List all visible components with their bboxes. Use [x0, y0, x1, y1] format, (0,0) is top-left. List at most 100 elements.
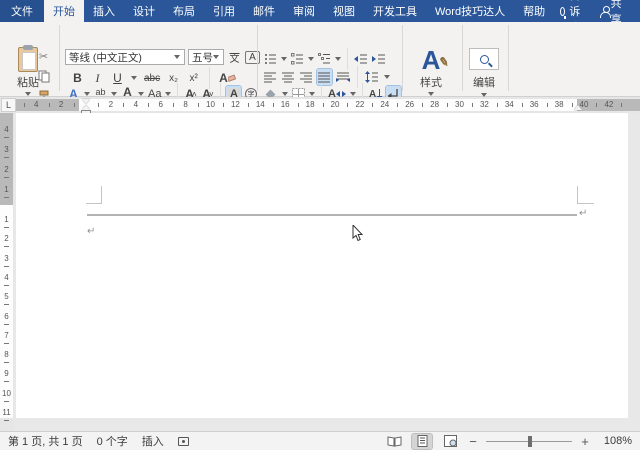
v-ruler-number: 5	[4, 292, 9, 302]
insert-mode[interactable]: 插入	[142, 433, 164, 449]
ribbon-tab-0[interactable]: 文件	[0, 0, 44, 22]
distribute-icon	[336, 72, 350, 82]
v-ruler-number: 4	[4, 272, 9, 282]
ribbon-tab-8[interactable]: 视图	[324, 0, 364, 22]
mouse-cursor	[352, 225, 364, 242]
h-ruler-number: 4	[33, 100, 39, 109]
numbering-button[interactable]	[290, 51, 305, 67]
ribbon-tab-6[interactable]: 邮件	[244, 0, 284, 22]
word-count[interactable]: 0 个字	[97, 433, 128, 449]
asian-layout-caret[interactable]	[349, 92, 356, 96]
crop-mark-top-left	[86, 186, 102, 204]
ribbon-tab-bar: 文件开始插入设计布局引用邮件审阅视图开发工具Word技巧达人帮助 告诉我 共享	[0, 0, 640, 34]
h-ruler-number: 2	[108, 100, 114, 109]
zoom-out-button[interactable]: −	[468, 434, 478, 449]
decrease-indent-button[interactable]	[353, 51, 369, 67]
h-ruler-number: 4	[133, 100, 139, 109]
font-color-caret[interactable]	[138, 92, 144, 96]
h-ruler-number: 8	[183, 100, 188, 109]
ribbon-tab-1[interactable]: 开始	[44, 0, 84, 22]
paste-dropdown-caret	[25, 92, 31, 96]
multilevel-list-button[interactable]	[317, 51, 332, 67]
h-ruler-number: 10	[206, 100, 215, 109]
v-ruler-number: 2	[4, 165, 9, 174]
shading-caret[interactable]	[282, 92, 288, 96]
ribbon-tab-4[interactable]: 布局	[164, 0, 204, 22]
change-case-caret[interactable]	[165, 92, 172, 96]
page-indicator[interactable]: 第 1 页, 共 1 页	[8, 433, 83, 449]
line-spacing-caret[interactable]	[384, 75, 390, 79]
align-right-icon	[300, 72, 312, 83]
copy-button[interactable]	[36, 68, 51, 84]
ribbon-tab-3[interactable]: 设计	[124, 0, 164, 22]
ribbon-tab-2[interactable]: 插入	[84, 0, 124, 22]
font-family-caret	[174, 55, 180, 59]
h-ruler-number: 36	[529, 100, 539, 109]
print-layout-button[interactable]	[411, 432, 433, 450]
macro-record-icon[interactable]	[177, 436, 189, 446]
h-ruler-number: 16	[280, 100, 290, 109]
right-indent-marker[interactable]	[574, 105, 582, 110]
styles-icon: A ✎	[421, 45, 451, 75]
bullets-icon	[265, 54, 276, 64]
horizontal-ruler: 4 2 2 4 6 8 10 12 14 16 18 20 22 24 26 28 30 32 34 36 38 40 42	[16, 99, 640, 116]
read-mode-button[interactable]	[384, 434, 404, 449]
v-ruler-number: 4	[4, 125, 9, 134]
numbering-caret[interactable]	[308, 57, 314, 61]
paragraph-mark: ↵	[579, 208, 588, 219]
h-ruler-number: 12	[230, 100, 240, 109]
read-mode-icon	[387, 435, 401, 447]
zoom-level[interactable]: 108%	[598, 435, 632, 447]
bullets-caret[interactable]	[281, 57, 287, 61]
zoom-in-button[interactable]: +	[580, 434, 590, 449]
v-ruler-number: 9	[4, 369, 9, 379]
highlight-caret[interactable]	[111, 92, 117, 96]
font-family-combo[interactable]: 等线 (中文正文)	[65, 49, 185, 65]
h-ruler-number: 26	[405, 100, 415, 109]
borders-caret[interactable]	[309, 92, 315, 96]
ribbon-tab-9[interactable]: 开发工具	[364, 0, 426, 22]
bullets-button[interactable]	[263, 51, 278, 67]
ruler-band: L 4 2 2 4 6 8 10 12 14 16 18 20 22 24 26 28 30 32 34 36 38 40…	[0, 97, 640, 116]
document-page[interactable]: ↵ ↵	[16, 113, 628, 418]
text-effects-caret[interactable]	[84, 92, 90, 96]
font-size-combo[interactable]: 五号	[188, 49, 224, 65]
justify-icon	[318, 72, 330, 83]
underline-caret[interactable]	[131, 76, 137, 80]
ribbon-tab-10[interactable]: Word技巧达人	[426, 0, 514, 22]
h-ruler-number: 38	[554, 100, 564, 109]
v-ruler-number: 2	[4, 234, 9, 244]
v-ruler-number: 3	[4, 145, 9, 154]
editing-label: 编辑	[473, 77, 495, 89]
paragraph-mark: ↵	[87, 226, 96, 237]
ribbon-tab-11[interactable]: 帮助	[514, 0, 554, 22]
v-ruler-number: 6	[4, 311, 9, 321]
h-ruler-number: 24	[380, 100, 390, 109]
multilevel-list-caret[interactable]	[335, 57, 341, 61]
ribbon-tab-7[interactable]: 审阅	[284, 0, 324, 22]
phonetic-guide-button[interactable]: 文	[227, 49, 242, 65]
h-ruler-number: 32	[479, 100, 489, 109]
zoom-slider[interactable]	[486, 435, 572, 447]
align-left-icon	[264, 72, 276, 83]
styles-caret	[428, 92, 434, 96]
cut-button[interactable]: ✂	[36, 48, 51, 64]
hanging-indent-marker[interactable]	[82, 105, 90, 110]
h-ruler-number: 34	[504, 100, 514, 109]
ribbon-tab-5[interactable]: 引用	[204, 0, 244, 22]
document-area: ↵ ↵ 4 3 2 1 1 2 3 4 5 6 7 8 9 10 11	[0, 113, 640, 431]
h-ruler-number: 6	[158, 100, 163, 109]
lightbulb-icon	[560, 6, 566, 19]
h-ruler-number: 14	[255, 100, 265, 109]
tab-stop-selector[interactable]: L	[1, 98, 16, 112]
ribbon: 粘贴 ✂ 剪贴板 等线 (中文正文)	[0, 22, 640, 120]
first-line-indent-marker[interactable]	[82, 99, 90, 104]
h-ruler-number: 30	[455, 100, 464, 109]
increase-indent-button[interactable]	[371, 51, 387, 67]
web-layout-button[interactable]	[440, 434, 460, 449]
zoom-slider-thumb[interactable]	[528, 435, 532, 447]
search-icon	[479, 54, 489, 64]
h-ruler-number: 2	[58, 100, 64, 109]
editing-button[interactable]: 编辑	[466, 48, 502, 100]
styles-button[interactable]: A ✎ 样式	[408, 47, 454, 101]
